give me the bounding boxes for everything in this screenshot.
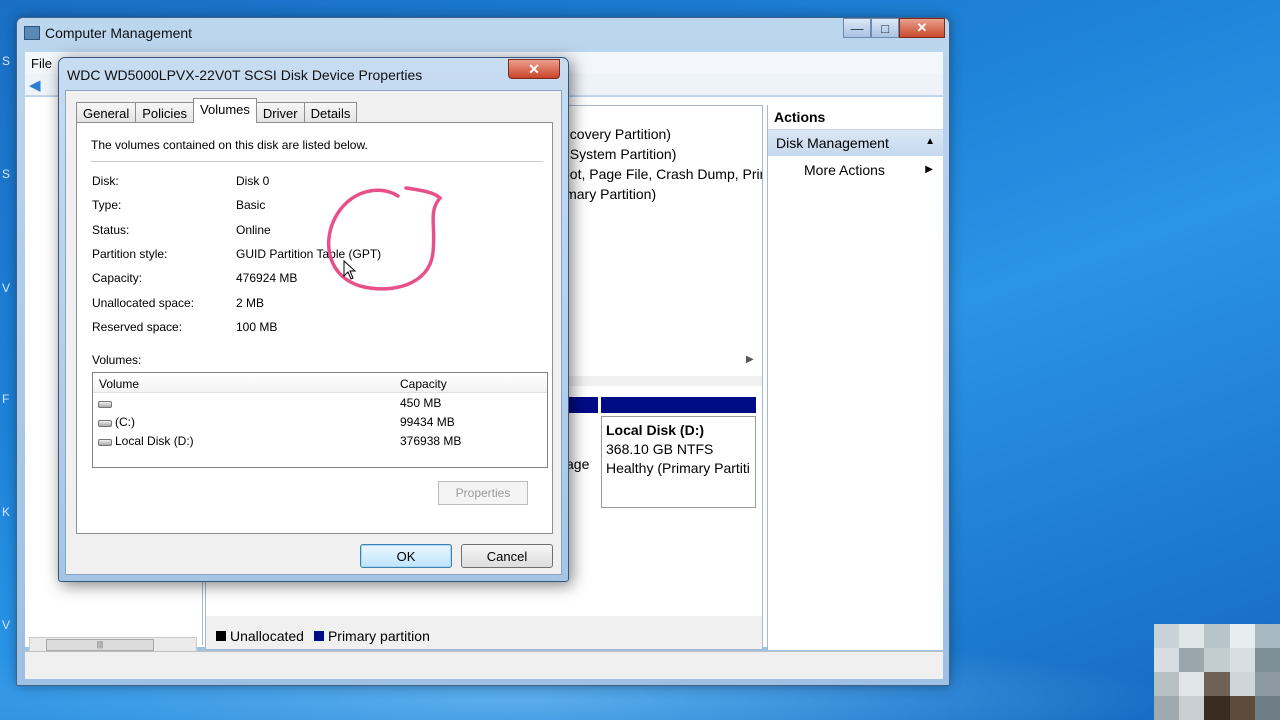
partition-d-name: Local Disk (D:)	[606, 422, 705, 438]
volume-list-fragment: ecovery Partition)	[562, 126, 671, 142]
volumes-list-header: Volume Capacity	[93, 373, 547, 393]
dialog-client: General Policies Volumes Driver Details …	[65, 90, 562, 575]
drive-icon	[98, 401, 112, 408]
close-icon[interactable]: ✕	[899, 18, 945, 38]
tab-volumes[interactable]: Volumes	[193, 98, 257, 123]
computer-management-icon	[24, 26, 40, 40]
more-actions-item[interactable]: More Actions ▶	[768, 156, 943, 178]
volume-properties-button[interactable]: Properties	[438, 481, 528, 505]
minimize-icon[interactable]: —	[843, 18, 871, 38]
desktop-edge-letter: V	[2, 281, 11, 295]
menu-file[interactable]: File	[31, 56, 52, 71]
volumes-tab-panel: The volumes contained on this disk are l…	[76, 122, 553, 534]
cancel-button[interactable]: Cancel	[461, 544, 553, 568]
drive-icon	[98, 420, 112, 427]
caption-buttons: — □ ✕	[843, 18, 945, 38]
volumes-caption: Volumes:	[92, 353, 142, 367]
volume-list-fragment: oot, Page File, Crash Dump, Prir	[562, 166, 762, 182]
disk-legend: Unallocated Primary partition	[210, 628, 430, 644]
prop-label-disk: Disk:	[92, 174, 119, 188]
prop-label-status: Status:	[92, 223, 130, 237]
partition-bar	[566, 397, 598, 413]
volume-row[interactable]: 450 MB	[93, 393, 547, 412]
legend-unallocated-swatch	[216, 631, 226, 641]
partition-bar-d	[601, 397, 756, 413]
volume-list-fragment: imary Partition)	[562, 186, 657, 202]
window-title: Computer Management	[45, 25, 193, 41]
actions-title: Actions	[768, 105, 943, 130]
drive-icon	[98, 439, 112, 446]
volume-capacity: 376938 MB	[400, 434, 462, 448]
prop-value-capacity: 476924 MB	[236, 271, 298, 285]
partition-d-size: 368.10 GB NTFS	[606, 441, 714, 457]
prop-value-partition-style: GUID Partition Table (GPT)	[236, 247, 382, 261]
partition-d-block[interactable]: Local Disk (D:) 368.10 GB NTFS Healthy (…	[601, 416, 756, 508]
actions-pane: Actions Disk Management ▲ More Actions ▶	[767, 105, 943, 650]
volume-row[interactable]: Local Disk (D:) 376938 MB	[93, 431, 547, 450]
desktop-edge-letter: F	[2, 392, 10, 406]
column-capacity[interactable]: Capacity	[400, 377, 447, 391]
desktop-edge-letter: V	[2, 618, 11, 632]
disk-properties-dialog: WDC WD5000LPVX-22V0T SCSI Disk Device Pr…	[58, 57, 569, 582]
collapse-up-icon[interactable]: ▲	[925, 136, 935, 147]
submenu-arrow-icon: ▶	[925, 164, 933, 175]
legend-unallocated-label: Unallocated	[230, 628, 304, 644]
volume-list-fragment: I System Partition)	[562, 146, 677, 162]
prop-value-status: Online	[236, 223, 271, 237]
desktop-edge-letter: S	[2, 54, 11, 68]
legend-primary-label: Primary partition	[327, 628, 430, 644]
actions-section-disk-management[interactable]: Disk Management ▲	[768, 130, 943, 156]
desktop-edge-letter: S	[2, 167, 11, 181]
webcam-pixelated-overlay	[1154, 624, 1280, 720]
prop-value-disk: Disk 0	[236, 174, 270, 188]
desktop-edge-letter: K	[2, 505, 11, 519]
scroll-right-icon[interactable]: ▶	[746, 354, 754, 365]
volume-row[interactable]: (C:) 99434 MB	[93, 412, 547, 431]
dialog-close-icon[interactable]: ✕	[508, 59, 560, 79]
tab-policies[interactable]: Policies	[135, 102, 195, 123]
prop-label-partition-style: Partition style:	[92, 247, 168, 261]
prop-value-reserved: 100 MB	[236, 320, 278, 334]
tab-general[interactable]: General	[76, 102, 137, 123]
prop-label-type: Type:	[92, 198, 122, 212]
dialog-tabs: General Policies Volumes Driver Details	[76, 98, 358, 123]
volumes-list[interactable]: Volume Capacity 450 MB (C:) 99434 MB Loc…	[92, 372, 548, 468]
ok-button[interactable]: OK	[360, 544, 452, 568]
partition-d-status: Healthy (Primary Partiti	[606, 460, 750, 476]
scrollbar-thumb[interactable]: |||	[46, 639, 154, 651]
back-arrow-icon[interactable]: ◀	[29, 76, 41, 94]
tab-details[interactable]: Details	[303, 102, 358, 123]
prop-label-reserved: Reserved space:	[92, 320, 183, 334]
prop-value-type: Basic	[236, 198, 266, 212]
volume-capacity: 450 MB	[400, 396, 442, 410]
volume-name: Local Disk (D:)	[115, 434, 194, 448]
volumes-intro-text: The volumes contained on this disk are l…	[91, 138, 368, 152]
tab-driver[interactable]: Driver	[255, 102, 305, 123]
more-actions-label: More Actions	[804, 162, 885, 178]
volume-capacity: 99434 MB	[400, 415, 455, 429]
separator	[91, 161, 543, 162]
actions-section-label: Disk Management	[776, 135, 889, 151]
legend-primary-swatch	[313, 631, 324, 641]
prop-label-capacity: Capacity:	[92, 271, 143, 285]
dialog-title: WDC WD5000LPVX-22V0T SCSI Disk Device Pr…	[67, 67, 423, 83]
maximize-icon[interactable]: □	[871, 18, 899, 38]
status-bar	[25, 651, 943, 679]
volume-name: (C:)	[115, 415, 135, 429]
prop-value-unallocated: 2 MB	[236, 296, 265, 310]
column-volume[interactable]: Volume	[99, 377, 139, 391]
prop-label-unallocated: Unallocated space:	[92, 296, 195, 310]
partition-text-fragment: age	[566, 456, 590, 472]
